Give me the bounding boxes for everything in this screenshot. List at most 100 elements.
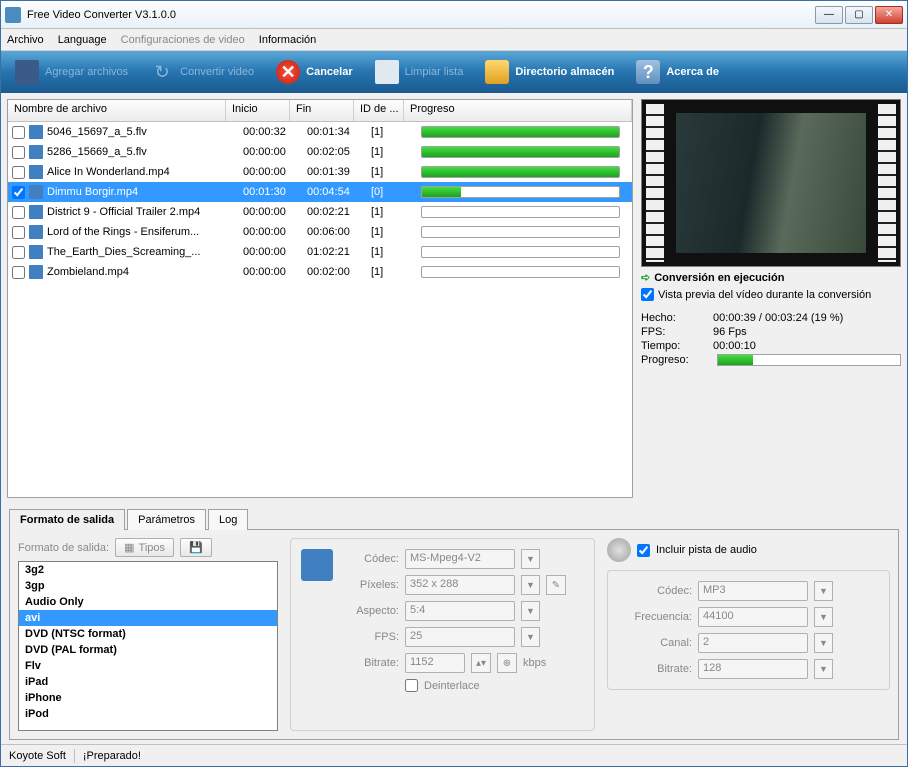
menu-config[interactable]: Configuraciones de video — [121, 34, 245, 46]
separator — [74, 749, 75, 763]
row-checkbox[interactable] — [12, 266, 25, 279]
table-row[interactable]: Zombieland.mp400:00:0000:02:00[1] — [8, 262, 632, 282]
save-format-button[interactable]: 💾 — [180, 538, 212, 557]
chevron-down-icon[interactable]: ▼ — [814, 607, 833, 627]
col-inicio[interactable]: Inicio — [226, 100, 290, 121]
format-header: Formato de salida: ▦ Tipos 💾 — [18, 538, 278, 557]
edit-pixeles-button[interactable]: ✎ — [546, 575, 566, 595]
table-row[interactable]: Lord of the Rings - Ensiferum...00:00:00… — [8, 222, 632, 242]
cancel-button[interactable]: ✕ Cancelar — [266, 54, 362, 90]
status-bar: Koyote Soft ¡Preparado! — [1, 744, 907, 766]
progress-fill — [422, 127, 619, 137]
table-row[interactable]: Dimmu Borgir.mp400:01:3000:04:54[0] — [8, 182, 632, 202]
row-checkbox[interactable] — [12, 166, 25, 179]
deinterlace-checkbox[interactable] — [405, 679, 418, 692]
progress-fill — [422, 167, 619, 177]
format-item[interactable]: 3gp — [19, 578, 277, 594]
bitrate-spinner[interactable]: ▴▾ — [471, 653, 491, 673]
status-text: Conversión en ejecución — [654, 272, 784, 284]
output-dir-button[interactable]: Directorio almacén — [475, 54, 624, 90]
aspecto-select[interactable]: 5:4 — [405, 601, 515, 621]
clear-list-button[interactable]: Limpiar lista — [365, 54, 474, 90]
file-name: Alice In Wonderland.mp4 — [47, 166, 243, 178]
file-progress-cell — [421, 226, 628, 238]
col-name[interactable]: Nombre de archivo — [8, 100, 226, 121]
tab-params[interactable]: Parámetros — [127, 509, 206, 530]
format-item[interactable]: DVD (PAL format) — [19, 642, 277, 658]
col-progreso[interactable]: Progreso — [404, 100, 632, 121]
cancel-label: Cancelar — [306, 66, 352, 78]
format-item[interactable]: DVD (NTSC format) — [19, 626, 277, 642]
preview-checkbox[interactable] — [641, 288, 654, 301]
col-fin[interactable]: Fin — [290, 100, 354, 121]
menu-info[interactable]: Información — [259, 34, 316, 46]
convert-button[interactable]: ↻ Convertir video — [140, 54, 264, 90]
file-id: [1] — [371, 226, 421, 238]
table-row[interactable]: Alice In Wonderland.mp400:00:0000:01:39[… — [8, 162, 632, 182]
conversion-status: ➪ Conversión en ejecución — [641, 271, 901, 284]
table-row[interactable]: District 9 - Official Trailer 2.mp400:00… — [8, 202, 632, 222]
file-inicio: 00:00:00 — [243, 246, 307, 258]
file-icon — [29, 145, 43, 159]
table-row[interactable]: 5286_15669_a_5.flv00:00:0000:02:05[1] — [8, 142, 632, 162]
row-checkbox[interactable] — [12, 126, 25, 139]
file-progress-cell — [421, 266, 628, 278]
tab-formato[interactable]: Formato de salida — [9, 509, 125, 530]
tipos-button[interactable]: ▦ Tipos — [115, 538, 174, 557]
row-checkbox[interactable] — [12, 206, 25, 219]
format-item[interactable]: avi — [19, 610, 277, 626]
a-codec-select[interactable]: MP3 — [698, 581, 808, 601]
chevron-down-icon[interactable]: ▼ — [814, 659, 833, 679]
bitrate-calc-button[interactable]: ⊕ — [497, 653, 517, 673]
format-item[interactable]: 3g2 — [19, 562, 277, 578]
fps-label: FPS: — [641, 326, 713, 338]
minimize-button[interactable]: — — [815, 6, 843, 24]
codec-select[interactable]: MS-Mpeg4-V2 — [405, 549, 515, 569]
file-fin: 00:02:05 — [307, 146, 371, 158]
row-checkbox[interactable] — [12, 226, 25, 239]
menu-archivo[interactable]: Archivo — [7, 34, 44, 46]
a-canal-select[interactable]: 2 — [698, 633, 808, 653]
a-bitrate-select[interactable]: 128 — [698, 659, 808, 679]
format-item[interactable]: Audio Only — [19, 594, 277, 610]
format-list[interactable]: 3g23gpAudio OnlyaviDVD (NTSC format)DVD … — [18, 561, 278, 731]
chevron-down-icon[interactable]: ▼ — [521, 627, 540, 647]
chevron-down-icon[interactable]: ▼ — [521, 549, 540, 569]
format-item[interactable]: iPad — [19, 674, 277, 690]
about-button[interactable]: ? Acerca de — [626, 54, 729, 90]
bitrate-input[interactable]: 1152 — [405, 653, 465, 673]
chevron-down-icon[interactable]: ▼ — [814, 581, 833, 601]
file-fin: 00:01:39 — [307, 166, 371, 178]
chevron-down-icon[interactable]: ▼ — [521, 575, 540, 595]
progress-bar — [421, 126, 620, 138]
table-row[interactable]: 5046_15697_a_5.flv00:00:3200:01:34[1] — [8, 122, 632, 142]
pixeles-select[interactable]: 352 x 288 — [405, 575, 515, 595]
file-icon — [29, 265, 43, 279]
tab-log[interactable]: Log — [208, 509, 248, 530]
vendor-label: Koyote Soft — [9, 750, 66, 762]
stack-icon: ▦ — [124, 541, 134, 554]
app-icon — [5, 7, 21, 23]
include-audio-check box[interactable] — [637, 544, 650, 557]
format-item[interactable]: iPhone — [19, 690, 277, 706]
chevron-down-icon[interactable]: ▼ — [521, 601, 540, 621]
maximize-button[interactable]: ▢ — [845, 6, 873, 24]
add-files-button[interactable]: Agregar archivos — [5, 54, 138, 90]
progress-bar — [421, 206, 620, 218]
file-id: [1] — [371, 146, 421, 158]
close-button[interactable]: ✕ — [875, 6, 903, 24]
window-controls: — ▢ ✕ — [815, 6, 903, 24]
chevron-down-icon[interactable]: ▼ — [814, 633, 833, 653]
fps-select[interactable]: 25 — [405, 627, 515, 647]
format-item[interactable]: iPod — [19, 706, 277, 722]
table-row[interactable]: The_Earth_Dies_Screaming_...00:00:0001:0… — [8, 242, 632, 262]
col-id[interactable]: ID de ... — [354, 100, 404, 121]
menu-language[interactable]: Language — [58, 34, 107, 46]
row-checkbox[interactable] — [12, 246, 25, 259]
titlebar: Free Video Converter V3.1.0.0 — ▢ ✕ — [1, 1, 907, 29]
file-inicio: 00:01:30 — [243, 186, 307, 198]
row-checkbox[interactable] — [12, 146, 25, 159]
format-item[interactable]: Flv — [19, 658, 277, 674]
row-checkbox[interactable] — [12, 186, 25, 199]
a-freq-select[interactable]: 44100 — [698, 607, 808, 627]
